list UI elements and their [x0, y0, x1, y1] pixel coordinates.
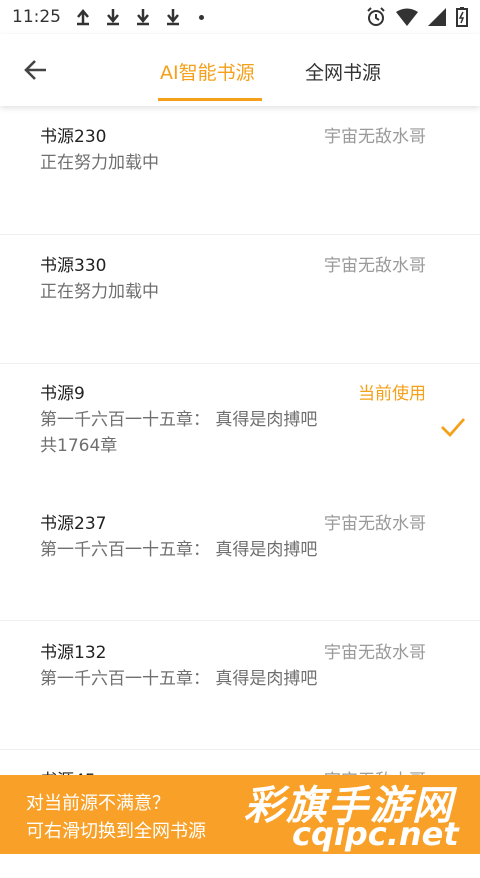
status-bar: 11:25	[0, 0, 480, 34]
download-icon	[167, 9, 179, 26]
source-list-item-current[interactable]: 书源9 当前使用 第一千六百一十五章： 真得是肉搏吧 共1764章	[0, 364, 480, 492]
source-author: 宇宙无敌水哥	[324, 256, 426, 276]
signal-icon	[428, 8, 446, 26]
tab-all-sources[interactable]: 全网书源	[305, 58, 381, 85]
status-time: 11:25	[12, 7, 61, 27]
battery-icon	[456, 7, 468, 27]
top-bar: AI智能书源 全网书源	[0, 34, 480, 106]
hint-line-1: 对当前源不满意？	[26, 793, 170, 814]
source-author: 宇宙无敌水哥	[324, 127, 426, 147]
upload-icon	[77, 9, 89, 26]
source-list-item[interactable]: 书源132 宇宙无敌水哥 第一千六百一十五章： 真得是肉搏吧	[0, 621, 480, 750]
source-author: 宇宙无敌水哥	[324, 514, 426, 534]
source-latest-chapter: 第一千六百一十五章： 真得是肉搏吧	[40, 410, 318, 430]
download-icon	[137, 9, 149, 26]
back-arrow-icon[interactable]	[22, 56, 50, 84]
source-list-item[interactable]: 书源330 宇宙无敌水哥 正在努力加载中	[0, 235, 480, 364]
source-name: 书源9	[40, 384, 85, 404]
alarm-icon	[367, 7, 385, 26]
source-latest-chapter: 正在努力加载中	[40, 153, 159, 173]
current-source-label: 当前使用	[358, 384, 426, 404]
wifi-icon	[396, 8, 418, 26]
source-name: 书源330	[40, 256, 107, 276]
source-latest-chapter: 正在努力加载中	[40, 282, 159, 302]
source-author: 宇宙无敌水哥	[324, 643, 426, 663]
source-list-item[interactable]: 书源230 宇宙无敌水哥 正在努力加载中	[0, 106, 480, 235]
check-icon	[441, 418, 466, 438]
download-icon	[107, 9, 119, 26]
source-list-item[interactable]: 书源237 宇宙无敌水哥 第一千六百一十五章： 真得是肉搏吧	[0, 492, 480, 621]
watermark-url: cqipc.net	[292, 815, 459, 853]
source-chapter-count: 共1764章	[40, 436, 118, 456]
tab-ai-sources[interactable]: AI智能书源	[160, 58, 255, 85]
source-name: 书源230	[40, 127, 107, 147]
switch-source-hint-banner[interactable]: 对当前源不满意？ 可右滑切换到全网书源 彩旗手游网 cqipc.net	[0, 775, 480, 854]
source-name: 书源132	[40, 643, 107, 663]
source-name: 书源237	[40, 514, 107, 534]
notification-dot-icon	[199, 14, 204, 20]
hint-line-2: 可右滑切换到全网书源	[26, 821, 206, 842]
source-latest-chapter: 第一千六百一十五章： 真得是肉搏吧	[40, 669, 318, 689]
source-latest-chapter: 第一千六百一十五章： 真得是肉搏吧	[40, 540, 318, 560]
active-tab-indicator	[158, 98, 262, 101]
